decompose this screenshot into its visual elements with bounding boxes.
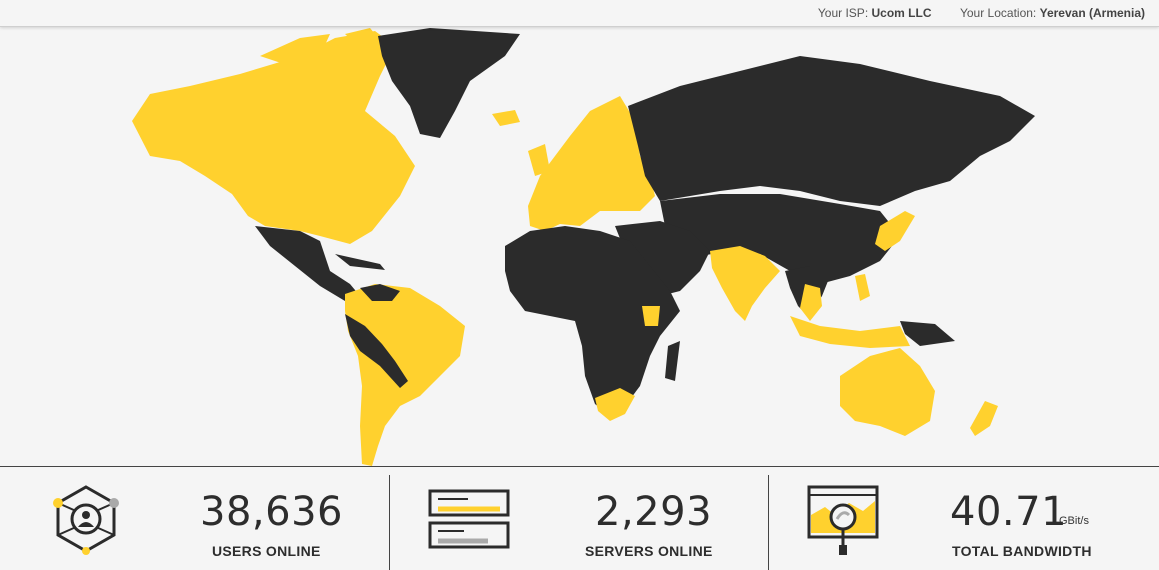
isp-label: Your ISP: bbox=[817, 6, 869, 20]
philippines bbox=[855, 274, 870, 301]
new-guinea bbox=[900, 321, 955, 346]
caribbean bbox=[335, 254, 385, 270]
servers-online-count: 2,293 bbox=[595, 489, 713, 535]
location-label: Your Location: bbox=[959, 6, 1037, 20]
total-bandwidth-value: 40.71 bbox=[950, 489, 1068, 535]
stat-servers-online: 2,293 SERVERS ONLINE bbox=[390, 467, 768, 570]
servers-online-label: SERVERS ONLINE bbox=[585, 543, 713, 559]
stat-total-bandwidth: 40.71 GBit/s TOTAL BANDWIDTH bbox=[769, 467, 1159, 570]
world-coverage-map bbox=[0, 26, 1159, 466]
bandwidth-monitor-icon bbox=[807, 485, 879, 555]
isp-value: Ucom LLC bbox=[871, 6, 932, 20]
russia bbox=[628, 56, 1035, 206]
total-bandwidth-label: TOTAL BANDWIDTH bbox=[952, 543, 1092, 559]
south-america bbox=[345, 284, 465, 466]
total-bandwidth-unit: GBit/s bbox=[1059, 515, 1089, 527]
connection-info: Your ISP: Ucom LLC Your Location: Yereva… bbox=[818, 6, 1145, 20]
kenya bbox=[642, 306, 660, 326]
users-online-count: 38,636 bbox=[200, 489, 343, 535]
madagascar bbox=[665, 341, 680, 381]
stat-users-online: 38,636 USERS ONLINE bbox=[0, 467, 389, 570]
new-zealand bbox=[970, 401, 998, 436]
server-rack-icon bbox=[428, 489, 510, 549]
north-america bbox=[132, 31, 415, 244]
top-info-bar: Your ISP: Ucom LLC Your Location: Yereva… bbox=[0, 0, 1159, 27]
indonesia bbox=[790, 316, 910, 348]
location-value: Yerevan (Armenia) bbox=[1039, 6, 1145, 20]
users-network-icon bbox=[53, 485, 119, 555]
iceland bbox=[492, 110, 520, 126]
uk bbox=[528, 144, 550, 176]
world-map-graphic bbox=[132, 28, 1035, 466]
users-online-label: USERS ONLINE bbox=[212, 543, 321, 559]
stats-bar: 38,636 USERS ONLINE 2,293 SERVERS ONLINE… bbox=[0, 466, 1159, 570]
australia bbox=[840, 348, 935, 436]
